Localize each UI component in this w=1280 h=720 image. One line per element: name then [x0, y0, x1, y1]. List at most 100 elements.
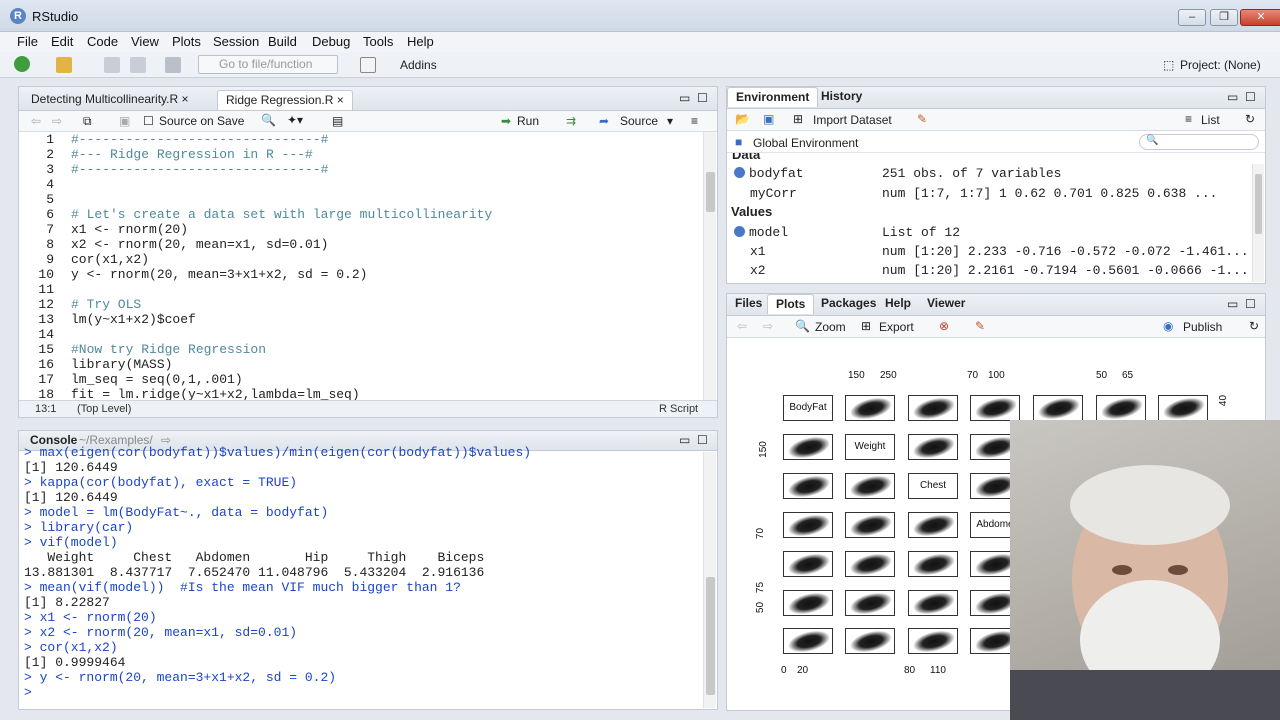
menu-session[interactable]: Session	[213, 34, 259, 49]
minimize-pane-icon[interactable]: ▭	[1227, 90, 1238, 104]
remove-plot-icon[interactable]: ⊗	[939, 319, 949, 333]
environment-row[interactable]: model List of 12	[730, 223, 1250, 243]
code-line[interactable]: # Try OLS	[71, 297, 141, 312]
maximize-button[interactable]: ❐	[1210, 9, 1238, 26]
scrollbar-thumb[interactable]	[706, 577, 715, 695]
close-button[interactable]: ✕	[1240, 9, 1280, 26]
maximize-pane-icon[interactable]: ☐	[697, 91, 708, 105]
rerun-icon[interactable]: ⇉	[566, 114, 576, 128]
publish-button[interactable]: Publish	[1183, 320, 1222, 334]
scope-indicator[interactable]: (Top Level)	[77, 403, 131, 415]
print-icon[interactable]	[165, 57, 181, 73]
tab-help[interactable]: Help	[877, 294, 919, 314]
minimize-pane-icon[interactable]: ▭	[679, 433, 690, 447]
maximize-pane-icon[interactable]: ☐	[697, 433, 708, 447]
refresh-icon[interactable]: ↻	[1249, 319, 1259, 333]
document-outline-icon[interactable]: ▤	[332, 114, 343, 128]
scrollbar-thumb[interactable]	[1255, 174, 1262, 234]
show-in-window-icon[interactable]: ⧉	[83, 114, 92, 129]
environment-row[interactable]: x2 num [1:20] 2.2161 -0.7194 -0.5601 -0.0…	[730, 261, 1250, 281]
zoom-button[interactable]: Zoom	[815, 320, 846, 334]
tab-files[interactable]: Files	[727, 294, 770, 314]
load-workspace-icon[interactable]: 📂	[735, 112, 750, 126]
menu-file[interactable]: File	[17, 34, 38, 49]
maximize-pane-icon[interactable]: ☐	[1245, 90, 1256, 104]
code-line[interactable]: y <- rnorm(20, mean=3+x1+x2, sd = 0.2)	[71, 267, 367, 282]
save-icon[interactable]: ▣	[119, 114, 130, 128]
tab-packages[interactable]: Packages	[813, 294, 884, 314]
menu-debug[interactable]: Debug	[312, 34, 350, 49]
environment-row[interactable]: bodyfat 251 obs. of 7 variables	[730, 164, 1250, 184]
maximize-pane-icon[interactable]: ☐	[1245, 297, 1256, 311]
code-line[interactable]: #-------------------------------#	[71, 132, 328, 147]
console-scrollbar[interactable]	[703, 452, 716, 708]
code-line[interactable]: lm_seq = seq(0,1,.001)	[71, 372, 243, 387]
run-icon[interactable]: ➡	[501, 114, 511, 128]
tab-environment[interactable]: Environment	[727, 87, 819, 107]
file-type-indicator[interactable]: R Script	[659, 403, 698, 415]
forward-arrow-icon[interactable]: ⇨	[52, 114, 62, 128]
source-button[interactable]: Source	[620, 114, 658, 128]
code-line[interactable]: x1 <- rnorm(20)	[71, 222, 188, 237]
refresh-icon[interactable]: ↻	[1245, 112, 1255, 126]
menu-tools[interactable]: Tools	[363, 34, 393, 49]
export-menu[interactable]: Export	[879, 320, 914, 334]
menu-edit[interactable]: Edit	[51, 34, 73, 49]
menu-plots[interactable]: Plots	[172, 34, 201, 49]
code-line[interactable]: #-------------------------------#	[71, 162, 328, 177]
code-line[interactable]: library(MASS)	[71, 357, 172, 372]
new-file-icon[interactable]	[14, 56, 30, 72]
tab-ridge-regression[interactable]: Ridge Regression.R ×	[217, 90, 353, 110]
editor-scrollbar[interactable]	[703, 132, 716, 400]
tab-detecting-multicollinearity[interactable]: Detecting Multicollinearity.R ×	[23, 90, 197, 110]
expand-icon[interactable]	[734, 167, 745, 178]
project-menu[interactable]: Project: (None)	[1180, 58, 1261, 72]
variable-name[interactable]: x2	[750, 261, 766, 281]
tab-viewer[interactable]: Viewer	[919, 294, 973, 314]
code-line[interactable]: lm(y~x1+x2)$coef	[71, 312, 196, 327]
variable-name[interactable]: model	[734, 223, 788, 243]
grid-layout-icon[interactable]	[360, 57, 376, 73]
open-folder-icon[interactable]	[56, 57, 72, 73]
import-icon[interactable]: ⊞	[793, 112, 803, 126]
variable-name[interactable]: myCorr	[750, 184, 797, 204]
code-line[interactable]: #--- Ridge Regression in R ---#	[71, 147, 313, 162]
environment-row[interactable]: x1 num [1:20] 2.233 -0.716 -0.572 -0.072 …	[730, 242, 1250, 262]
variable-name[interactable]: bodyfat	[734, 164, 804, 184]
list-view-menu[interactable]: List	[1201, 113, 1220, 127]
addins-menu[interactable]: Addins	[400, 58, 437, 72]
global-environment-dropdown[interactable]: Global Environment	[753, 136, 858, 150]
tab-history[interactable]: History	[813, 87, 870, 107]
code-line[interactable]: #Now try Ridge Regression	[71, 342, 266, 357]
previous-plot-icon[interactable]: ⇦	[737, 319, 747, 333]
editor-options-icon[interactable]: ≡	[691, 114, 698, 128]
menu-view[interactable]: View	[131, 34, 159, 49]
code-line[interactable]: cor(x1,x2)	[71, 252, 149, 267]
menu-code[interactable]: Code	[87, 34, 118, 49]
import-dataset-menu[interactable]: Import Dataset	[813, 113, 892, 127]
scrollbar-thumb[interactable]	[706, 172, 715, 212]
close-tab-icon[interactable]: ×	[182, 92, 189, 106]
goto-file-input[interactable]: Go to file/function	[198, 55, 338, 74]
tab-plots[interactable]: Plots	[767, 294, 815, 314]
code-line[interactable]: # Let's create a data set with large mul…	[71, 207, 492, 222]
variable-name[interactable]: x1	[750, 242, 766, 262]
save-icon[interactable]	[104, 57, 120, 73]
environment-scrollbar[interactable]	[1252, 164, 1264, 282]
list-view-icon[interactable]: ≡	[1185, 112, 1192, 126]
source-dropdown-icon[interactable]: ▾	[667, 114, 673, 128]
run-button[interactable]: Run	[517, 114, 539, 128]
minimize-button[interactable]: –	[1178, 9, 1206, 26]
source-icon[interactable]: ➦	[599, 114, 609, 128]
back-arrow-icon[interactable]: ⇦	[31, 114, 41, 128]
publish-icon[interactable]: ◉	[1163, 319, 1173, 333]
magic-wand-icon[interactable]: ✦▾	[287, 113, 303, 127]
zoom-icon[interactable]: 🔍	[795, 319, 810, 333]
search-icon[interactable]: 🔍	[261, 113, 276, 127]
environment-search-input[interactable]: 🔍	[1139, 134, 1259, 150]
minimize-pane-icon[interactable]: ▭	[1227, 297, 1238, 311]
clear-plots-broom-icon[interactable]: ✎	[975, 319, 985, 333]
minimize-pane-icon[interactable]: ▭	[679, 91, 690, 105]
source-on-save-checkbox[interactable]: ☐	[143, 114, 154, 128]
menu-build[interactable]: Build	[268, 34, 297, 49]
